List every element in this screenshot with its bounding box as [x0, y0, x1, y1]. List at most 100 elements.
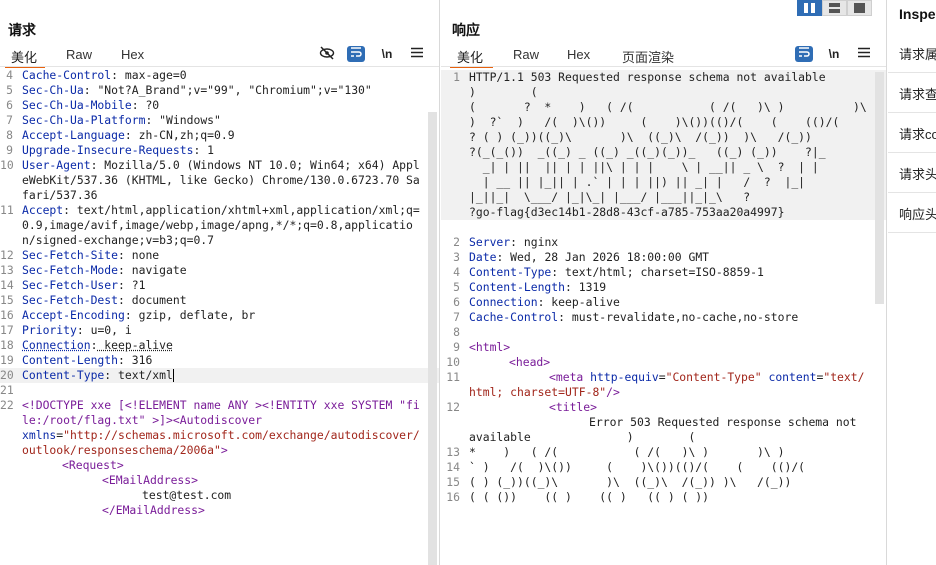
header-key: Server [469, 235, 511, 249]
line-number: 7 [6, 113, 13, 127]
code-text: <head> [469, 355, 870, 370]
code-text: * ) ( /( ( /( )\ ) )\ ) [469, 445, 785, 459]
code-line: 11 <meta http-equiv="Content-Type" conten… [441, 370, 886, 400]
request-editor[interactable]: 4 Cache-Control: max-age=0 5 Sec-Ch-Ua: "No… [0, 68, 439, 565]
code-text: Upgrade-Insecure-Requests: 1 [22, 143, 425, 158]
split-rows-icon[interactable] [822, 0, 847, 16]
code-text: test@test.com [22, 488, 425, 503]
inspector-item[interactable]: 请求co [888, 113, 936, 153]
response-tabs: 美化 Raw Hex 页面渲染 [441, 44, 886, 68]
code-text: ( ( ()) (( ) (( ) (( ) ( )) [469, 490, 710, 504]
title-tag: <title> [549, 400, 598, 414]
header-colon: : [118, 353, 125, 367]
single-view-icon[interactable] [847, 0, 872, 16]
header-line: 13 Sec-Fetch-Mode: navigate [0, 263, 439, 278]
code-text: Cache-Control: max-age=0 [22, 68, 425, 83]
tab-hex[interactable]: Hex [121, 47, 144, 62]
line-number: 19 [0, 353, 14, 367]
code-text: <EMailAddress> [22, 473, 425, 488]
header-value: none [124, 248, 160, 262]
eye-off-icon[interactable] [318, 46, 336, 62]
header-line: 6 Sec-Ch-Ua-Mobile: ?0 [0, 98, 439, 113]
response-editor[interactable]: 1 HTTP/1.1 503 Requested response schema… [441, 70, 886, 565]
line-number [0, 473, 22, 488]
header-line: 8 [441, 325, 886, 340]
code-text: Cache-Control: must-revalidate,no-cache,… [469, 310, 870, 325]
menu-icon[interactable] [855, 46, 873, 62]
inspector-item-label: 请求头 [899, 167, 936, 182]
line-number: 13 [446, 445, 460, 459]
meta-tag: <meta [549, 370, 584, 384]
code-line: 22 <!DOCTYPE xxe [<!ELEMENT name ANY ><!… [0, 398, 439, 458]
header-line: 18 Connection: keep-alive [0, 338, 439, 353]
code-text: User-Agent: Mozilla/5.0 (Windows NT 10.0… [22, 158, 425, 203]
line-number: 15 [0, 293, 14, 307]
inspector-item-label: 请求查 [899, 87, 936, 102]
meta-end: /> [606, 385, 620, 399]
response-scrollbar[interactable] [875, 72, 884, 304]
header-key: Content-Length [22, 353, 119, 367]
line-number: 4 [6, 68, 13, 82]
tab-hex[interactable]: Hex [567, 47, 590, 62]
header-colon: : [76, 323, 84, 337]
header-value: text/xml [111, 368, 173, 382]
response-pane: 响应 美化 Raw Hex 页面渲染 \n 1 HTTP/1.1 503 Req… [441, 0, 887, 565]
xml-close-bracket: > [220, 443, 228, 457]
tab-raw[interactable]: Raw [66, 47, 92, 62]
code-line: 1 HTTP/1.1 503 Requested response schema… [441, 70, 886, 220]
code-text: Accept-Language: zh-CN,zh;q=0.9 [22, 128, 425, 143]
header-line: 16 Accept-Encoding: gzip, deflate, br [0, 308, 439, 323]
code-line: 16 ( ( ()) (( ) (( ) (( ) ( )) [441, 490, 886, 505]
tab-render[interactable]: 页面渲染 [622, 47, 674, 66]
header-colon: : [63, 203, 71, 217]
split-columns-icon[interactable] [797, 0, 822, 16]
line-number: 16 [446, 490, 460, 504]
inspector-item[interactable]: 请求查 [888, 73, 936, 113]
code-line: 10 <head> [441, 355, 886, 370]
header-key: Cache-Control [469, 310, 559, 324]
newline-icon[interactable]: \n [378, 46, 396, 62]
menu-icon[interactable] [408, 46, 426, 62]
inspector-item-label: 响应头 [899, 207, 936, 222]
code-text: Server: nginx [469, 235, 870, 250]
newline-icon[interactable]: \n [825, 46, 843, 62]
code-line: 12 <title> Error 503 Requested response s… [441, 400, 886, 445]
meta-attr: content [768, 370, 817, 384]
line-number: 17 [0, 323, 14, 337]
tab-pretty[interactable]: 美化 [457, 47, 483, 66]
inspector-item-label: 请求属 [899, 47, 936, 62]
header-value: text/html; charset=ISO-8859-1 [558, 265, 764, 279]
tab-separator [441, 66, 886, 67]
header-key: Accept-Language [22, 128, 125, 142]
inspector-item[interactable]: 响应头 [888, 193, 936, 233]
header-colon: : [510, 235, 518, 249]
inspector-item[interactable]: 请求头 [888, 153, 936, 193]
line-number: 11 [446, 370, 460, 384]
header-colon: : [83, 83, 91, 97]
header-key: Accept [22, 203, 64, 217]
request-scrollbar[interactable] [428, 112, 437, 565]
header-value: 1 [200, 143, 215, 157]
header-line: 19 Content-Length: 316 [0, 353, 439, 368]
line-number: 16 [0, 308, 14, 322]
header-key: Priority [22, 323, 77, 337]
line-number: 7 [453, 310, 460, 324]
header-key: Sec-Ch-Ua-Platform [22, 113, 146, 127]
header-key: Date [469, 250, 497, 264]
line-number [0, 488, 22, 503]
header-line: 8 Accept-Language: zh-CN,zh;q=0.9 [0, 128, 439, 143]
text-cursor [172, 369, 174, 382]
email-open-tag: <EMailAddress> [102, 473, 199, 487]
header-line: 7 Cache-Control: must-revalidate,no-cache… [441, 310, 886, 325]
tab-raw[interactable]: Raw [513, 47, 539, 62]
inspector-item[interactable]: 请求属 [888, 33, 936, 73]
tab-pretty[interactable]: 美化 [11, 47, 37, 66]
header-value: keep-alive [97, 338, 173, 352]
line-number: 10 [0, 158, 14, 172]
header-line: 9 Upgrade-Insecure-Requests: 1 [0, 143, 439, 158]
wrap-icon[interactable] [347, 46, 365, 62]
wrap-icon[interactable] [795, 46, 813, 62]
line-number: 14 [446, 460, 460, 474]
